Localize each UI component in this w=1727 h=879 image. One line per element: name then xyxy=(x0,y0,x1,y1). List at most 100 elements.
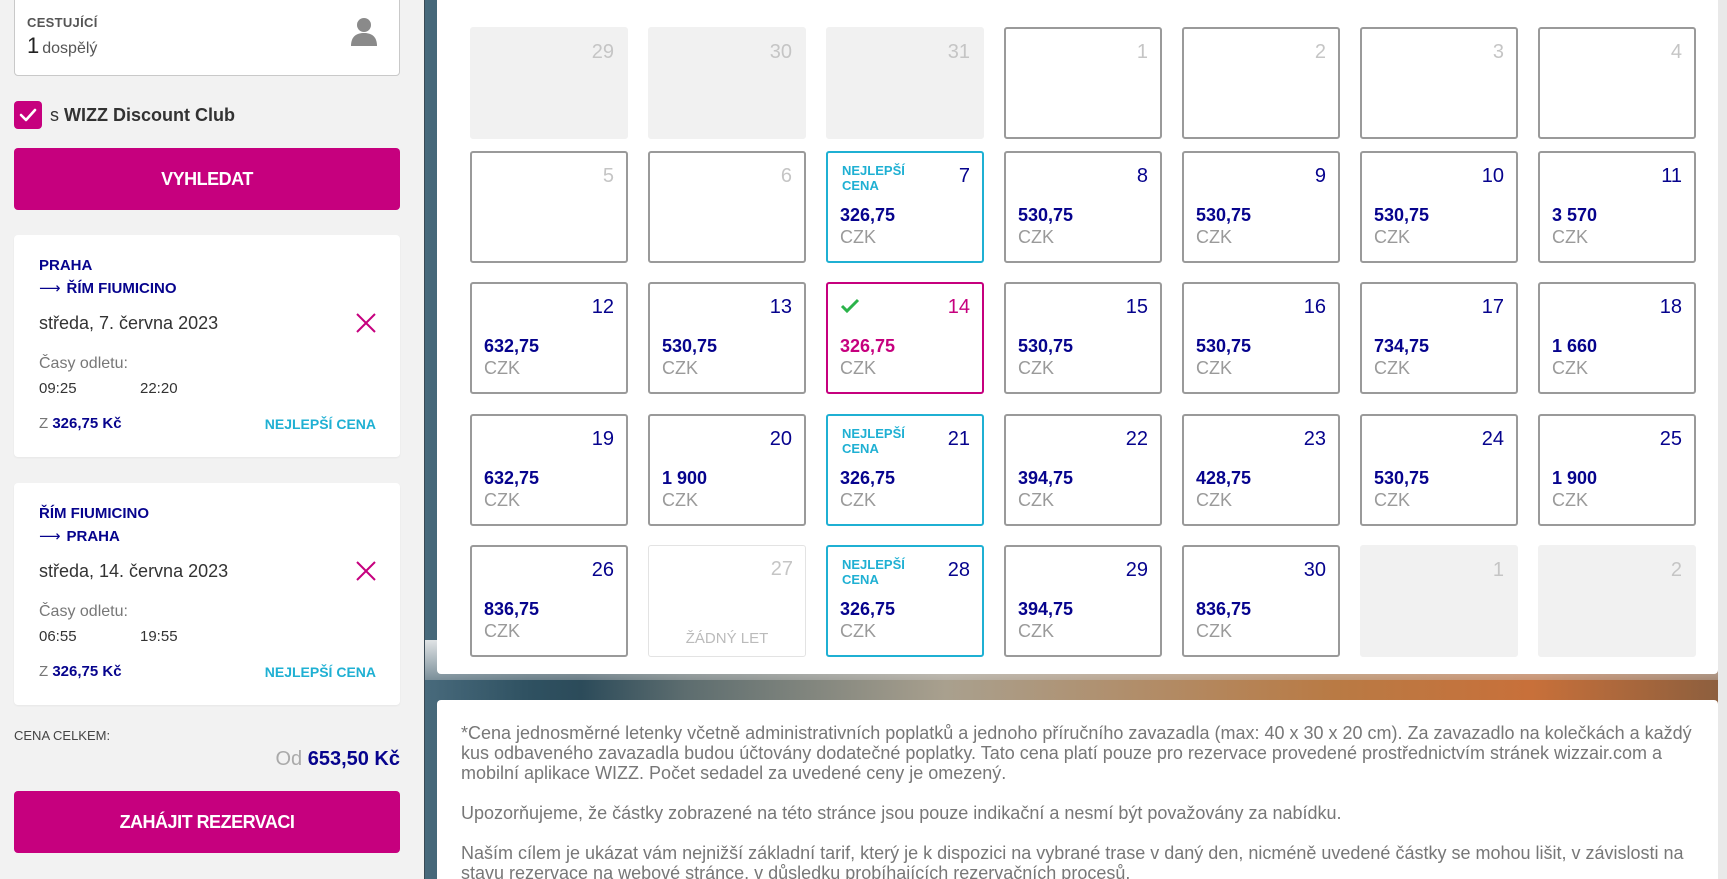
calendar-day[interactable]: 17 734,75 CZK xyxy=(1360,282,1518,394)
departure-times-label: Časy odletu: xyxy=(39,355,128,372)
day-currency: CZK xyxy=(662,490,698,510)
day-currency: CZK xyxy=(1374,490,1410,510)
day-price: 394,75 xyxy=(1018,599,1074,619)
discount-club-option[interactable]: s WIZZ Discount Club xyxy=(14,100,235,130)
calendar-day[interactable]: 19 632,75 CZK xyxy=(470,414,628,526)
calendar-day[interactable]: 22 394,75 CZK xyxy=(1004,414,1162,526)
calendar-day: 1 xyxy=(1004,27,1162,139)
day-number: 15 xyxy=(1125,296,1148,318)
day-price: 632,75 xyxy=(484,336,540,356)
calendar-day[interactable]: 14 326,75 CZK xyxy=(826,282,984,394)
calendar-day[interactable]: 9 530,75 CZK xyxy=(1182,151,1340,263)
discount-club-checkbox[interactable] xyxy=(14,101,42,129)
return-destination-row: ⟶ PRAHA xyxy=(39,527,120,546)
total-value: 653,50 Kč xyxy=(307,748,400,770)
day-number: 31 xyxy=(947,41,970,63)
calendar-day: 2 xyxy=(1182,27,1340,139)
day-currency: CZK xyxy=(484,621,520,641)
day-number: 28 xyxy=(947,559,970,581)
day-number: 24 xyxy=(1481,428,1504,450)
day-price: 1 900 xyxy=(662,468,708,488)
price-prefix: Z xyxy=(39,415,49,432)
day-number: 2 xyxy=(1314,41,1326,63)
day-number: 10 xyxy=(1481,165,1504,187)
day-number: 11 xyxy=(1661,165,1682,187)
close-icon[interactable] xyxy=(354,311,378,335)
departure-time: 19:55 xyxy=(140,628,178,645)
calendar-day[interactable]: 29 394,75 CZK xyxy=(1004,545,1162,657)
calendar-day[interactable]: 25 1 900 CZK xyxy=(1538,414,1696,526)
calendar-day[interactable]: 20 1 900 CZK xyxy=(648,414,806,526)
best-price-tag-line: CENA xyxy=(842,572,879,587)
day-number: 16 xyxy=(1303,296,1326,318)
calendar-day[interactable]: 28 NEJLEPŠÍ CENA 326,75 CZK xyxy=(826,545,984,657)
calendar-day[interactable]: 7 NEJLEPŠÍ CENA 326,75 CZK xyxy=(826,151,984,263)
best-price-tag: NEJLEPŠÍ CENA xyxy=(842,163,905,193)
day-currency: CZK xyxy=(1196,621,1232,641)
day-number: 6 xyxy=(780,165,792,187)
day-currency: CZK xyxy=(1552,358,1588,378)
outbound-price: Z 326,75 Kč xyxy=(39,415,122,432)
calendar-day[interactable]: 26 836,75 CZK xyxy=(470,545,628,657)
day-price: 530,75 xyxy=(1374,468,1430,488)
passenger-selector[interactable]: CESTUJÍCÍ 1 dospělý xyxy=(14,0,400,76)
day-price: 530,75 xyxy=(1196,205,1252,225)
day-number: 14 xyxy=(947,296,970,318)
calendar-day[interactable]: 11 3 570 CZK xyxy=(1538,151,1696,263)
calendar-day: 27 ŽÁDNÝ LET xyxy=(648,545,806,657)
day-price: 326,75 xyxy=(840,599,896,619)
calendar-day[interactable]: 16 530,75 CZK xyxy=(1182,282,1340,394)
day-currency: CZK xyxy=(484,490,520,510)
day-price: 530,75 xyxy=(1196,336,1252,356)
check-icon xyxy=(840,298,860,314)
arrow-icon: ⟶ xyxy=(39,528,61,545)
passenger-type: dospělý xyxy=(42,40,98,57)
return-date[interactable]: středa, 14. června 2023 xyxy=(39,561,228,582)
day-currency: CZK xyxy=(1196,358,1232,378)
calendar-day[interactable]: 8 530,75 CZK xyxy=(1004,151,1162,263)
start-booking-button[interactable]: ZAHÁJIT REZERVACI xyxy=(14,791,400,853)
day-number: 27 xyxy=(770,558,793,580)
day-price: 836,75 xyxy=(1196,599,1252,619)
search-button[interactable]: VYHLEDAT xyxy=(14,148,400,210)
day-price: 428,75 xyxy=(1196,468,1252,488)
day-price: 1 900 xyxy=(1552,468,1598,488)
scrollbar[interactable] xyxy=(1718,0,1727,879)
passenger-value: 1 dospělý xyxy=(27,33,97,59)
day-currency: CZK xyxy=(1374,358,1410,378)
calendar-day[interactable]: 24 530,75 CZK xyxy=(1360,414,1518,526)
disclaimer-paragraph: *Cena jednosměrné letenky včetně adminis… xyxy=(461,723,1692,783)
day-price: 734,75 xyxy=(1374,336,1430,356)
day-number: 23 xyxy=(1303,428,1326,450)
day-price: 3 570 xyxy=(1552,205,1598,225)
day-price: 326,75 xyxy=(840,468,896,488)
outbound-date[interactable]: středa, 7. června 2023 xyxy=(39,313,218,334)
price-value: 326,75 Kč xyxy=(52,415,122,432)
calendar-day[interactable]: 18 1 660 CZK xyxy=(1538,282,1696,394)
calendar-day[interactable]: 23 428,75 CZK xyxy=(1182,414,1340,526)
best-price-badge: NEJLEPŠÍ CENA xyxy=(264,416,376,432)
calendar-day[interactable]: 10 530,75 CZK xyxy=(1360,151,1518,263)
calendar-day[interactable]: 21 NEJLEPŠÍ CENA 326,75 CZK xyxy=(826,414,984,526)
best-price-tag-line: NEJLEPŠÍ xyxy=(842,163,905,178)
day-price: 530,75 xyxy=(662,336,718,356)
calendar-day[interactable]: 13 530,75 CZK xyxy=(648,282,806,394)
day-price: 530,75 xyxy=(1018,205,1074,225)
day-price: 326,75 xyxy=(840,336,896,356)
return-destination: PRAHA xyxy=(66,527,120,545)
departure-time: 09:25 xyxy=(39,380,77,397)
day-currency: CZK xyxy=(1552,490,1588,510)
outbound-destination: ŘÍM FIUMICINO xyxy=(66,279,177,297)
calendar-day: 2 xyxy=(1538,545,1696,657)
close-icon[interactable] xyxy=(354,559,378,583)
calendar-day[interactable]: 15 530,75 CZK xyxy=(1004,282,1162,394)
day-price: 530,75 xyxy=(1374,205,1430,225)
calendar-day: 6 xyxy=(648,151,806,263)
calendar-day: 29 xyxy=(470,27,628,139)
passenger-label: CESTUJÍCÍ xyxy=(27,15,98,30)
check-icon xyxy=(19,108,37,122)
return-flight-card: ŘÍM FIUMICINO ⟶ PRAHA středa, 14. června… xyxy=(14,483,400,705)
day-currency: CZK xyxy=(1374,227,1410,247)
calendar-day[interactable]: 30 836,75 CZK xyxy=(1182,545,1340,657)
calendar-day[interactable]: 12 632,75 CZK xyxy=(470,282,628,394)
